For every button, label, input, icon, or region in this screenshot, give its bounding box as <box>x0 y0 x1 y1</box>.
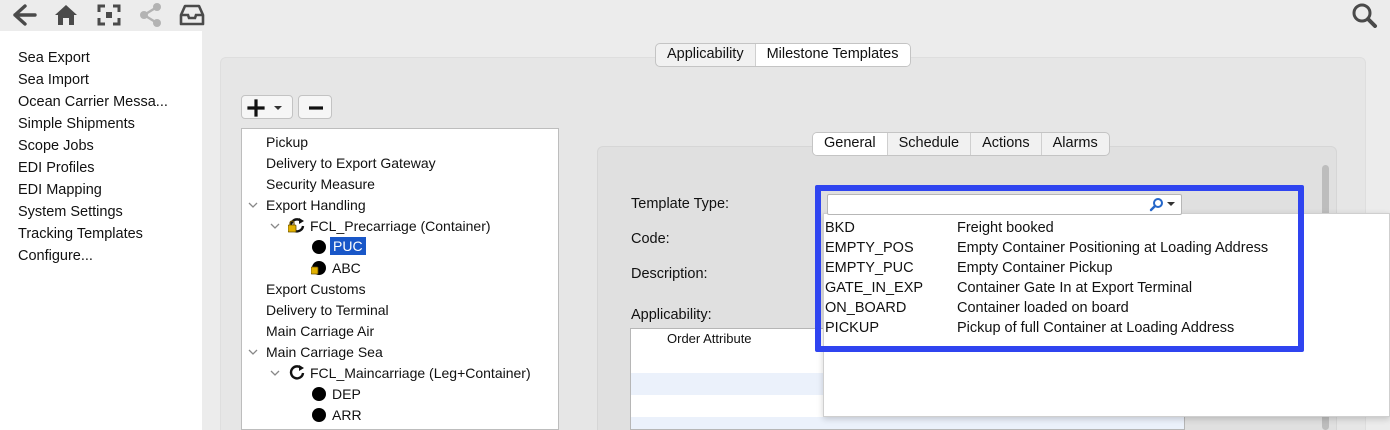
tree-item-pickup[interactable]: Pickup <box>266 133 308 151</box>
search-icon[interactable] <box>1350 2 1380 28</box>
locked-milestone-icon <box>310 260 327 276</box>
sidebar-item-scope-jobs[interactable]: Scope Jobs <box>18 138 94 154</box>
tab-alarms[interactable]: Alarms <box>1040 133 1109 155</box>
option-description[interactable]: Freight booked <box>957 220 1054 236</box>
tree-item-puc[interactable]: PUC <box>330 237 366 255</box>
inbox-icon[interactable] <box>178 2 206 28</box>
tree-item-arr[interactable]: ARR <box>332 406 362 424</box>
tab-general[interactable]: General <box>813 133 887 155</box>
tab-milestone-templates[interactable]: Milestone Templates <box>754 44 910 66</box>
tree-item-abc[interactable]: ABC <box>332 259 361 277</box>
sidebar-item-configure[interactable]: Configure... <box>18 248 93 264</box>
tree-item-export-customs[interactable]: Export Customs <box>266 280 366 298</box>
refresh-icon <box>288 363 306 381</box>
option-code[interactable]: PICKUP <box>825 320 879 336</box>
option-code[interactable]: BKD <box>825 220 855 236</box>
expand-chevron-icon[interactable] <box>270 221 280 231</box>
add-button[interactable] <box>241 95 293 119</box>
sidebar-item-simple-shipments[interactable]: Simple Shipments <box>18 116 135 132</box>
plus-icon <box>247 99 265 117</box>
option-description[interactable]: Pickup of full Container at Loading Addr… <box>957 320 1234 336</box>
tree-item-security-measure[interactable]: Security Measure <box>266 175 375 193</box>
milestone-dot-icon <box>311 239 327 255</box>
chevron-down-icon <box>274 106 282 110</box>
sidebar-item-sea-export[interactable]: Sea Export <box>18 50 90 66</box>
option-code[interactable]: GATE_IN_EXP <box>825 280 923 296</box>
share-icon[interactable] <box>137 2 165 28</box>
tab-applicability[interactable]: Applicability <box>656 44 755 66</box>
sidebar-item-ocean-carrier-messages[interactable]: Ocean Carrier Messa... <box>18 94 168 110</box>
tree-item-delivery-export-gateway[interactable]: Delivery to Export Gateway <box>266 154 436 172</box>
milestone-dot-icon <box>311 386 327 402</box>
table-row[interactable] <box>631 417 1184 429</box>
tree-item-delivery-to-terminal[interactable]: Delivery to Terminal <box>266 301 389 319</box>
sidebar-item-tracking-templates[interactable]: Tracking Templates <box>18 226 143 242</box>
tree-item-fcl-maincarriage[interactable]: FCL_Maincarriage (Leg+Container) <box>310 364 531 382</box>
chevron-down-icon <box>1167 202 1175 206</box>
order-attribute-header[interactable]: Order Attribute <box>667 331 752 346</box>
expand-chevron-icon[interactable] <box>270 368 280 378</box>
tree-item-main-carriage-air[interactable]: Main Carriage Air <box>266 322 374 340</box>
locked-refresh-icon <box>287 216 306 234</box>
template-type-input[interactable] <box>828 195 1141 214</box>
search-icon <box>1149 198 1163 212</box>
sidebar-item-sea-import[interactable]: Sea Import <box>18 72 89 88</box>
milestone-tree: Pickup Delivery to Export Gateway Securi… <box>241 128 559 430</box>
expand-chevron-icon[interactable] <box>248 200 258 210</box>
option-description[interactable]: Empty Container Positioning at Loading A… <box>957 240 1268 256</box>
sidebar: Sea Export Sea Import Ocean Carrier Mess… <box>0 31 202 430</box>
option-code[interactable]: ON_BOARD <box>825 300 906 316</box>
template-type-label: Template Type: <box>631 196 730 212</box>
option-description[interactable]: Container Gate In at Export Terminal <box>957 280 1192 296</box>
tree-item-dep[interactable]: DEP <box>332 385 361 403</box>
tree-item-fcl-precarriage[interactable]: FCL_Precarriage (Container) <box>310 217 491 235</box>
sidebar-item-edi-profiles[interactable]: EDI Profiles <box>18 160 95 176</box>
sidebar-item-system-settings[interactable]: System Settings <box>18 204 123 220</box>
option-code[interactable]: EMPTY_POS <box>825 240 914 256</box>
expand-chevron-icon[interactable] <box>248 347 258 357</box>
remove-button[interactable] <box>298 95 332 119</box>
tree-item-main-carriage-sea[interactable]: Main Carriage Sea <box>266 343 383 361</box>
expand-icon[interactable] <box>95 2 123 28</box>
tree-item-export-handling[interactable]: Export Handling <box>266 196 366 214</box>
top-toolbar <box>0 0 1390 31</box>
tab-schedule[interactable]: Schedule <box>886 133 970 155</box>
template-type-combobox[interactable] <box>827 194 1182 215</box>
detail-tabs: General Schedule Actions Alarms <box>812 132 1110 156</box>
description-label: Description: <box>631 266 708 282</box>
back-arrow-icon[interactable] <box>9 2 37 28</box>
option-code[interactable]: EMPTY_PUC <box>825 260 914 276</box>
option-description[interactable]: Empty Container Pickup <box>957 260 1113 276</box>
top-tabs: Applicability Milestone Templates <box>655 43 911 67</box>
code-label: Code: <box>631 231 670 247</box>
tab-actions[interactable]: Actions <box>970 133 1041 155</box>
milestone-dot-icon <box>311 407 327 423</box>
home-icon[interactable] <box>52 2 80 28</box>
option-description[interactable]: Container loaded on board <box>957 300 1129 316</box>
sidebar-item-edi-mapping[interactable]: EDI Mapping <box>18 182 102 198</box>
applicability-label: Applicability: <box>631 307 712 323</box>
